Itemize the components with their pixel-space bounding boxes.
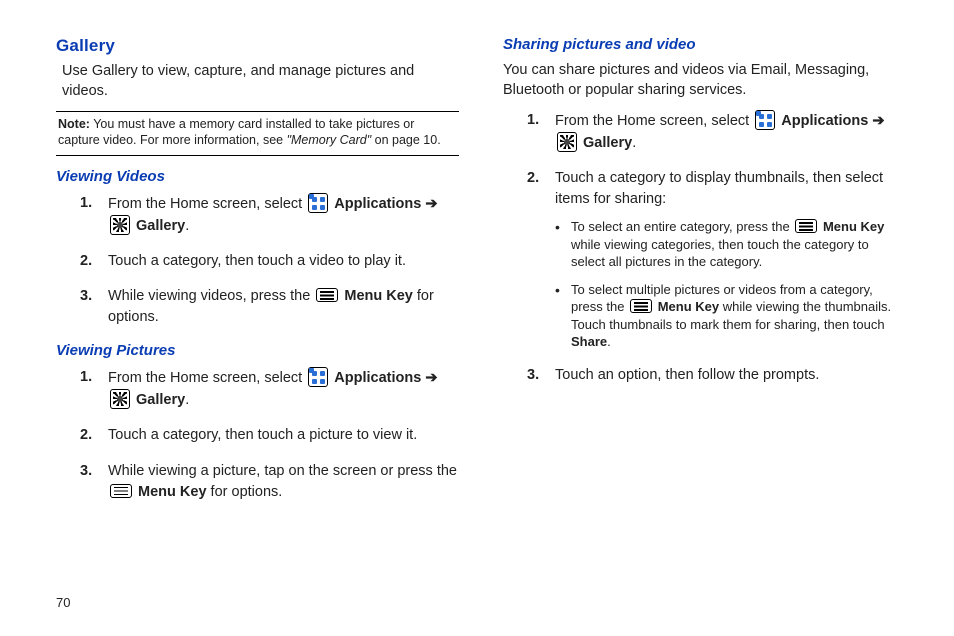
step-number: 3.	[80, 461, 92, 482]
pictures-steps: 1. From the Home screen, select Applicat…	[80, 367, 459, 502]
step-number: 1.	[80, 367, 92, 388]
gallery-icon	[110, 389, 130, 409]
step-number: 3.	[527, 365, 539, 386]
gallery-icon	[557, 132, 577, 152]
bullet-item: To select an entire category, press the …	[555, 218, 906, 271]
gallery-icon	[110, 215, 130, 235]
step-end: for options.	[207, 484, 283, 500]
right-column: Sharing pictures and video You can share…	[503, 36, 906, 517]
step-text: While viewing videos, press the	[108, 288, 314, 304]
step-item: 2. Touch a category, then touch a video …	[80, 251, 459, 272]
step-text: Touch a category to display thumbnails, …	[555, 170, 883, 207]
step-text: From the Home screen, select	[108, 370, 306, 386]
bullet-end: while viewing categories, then touch the…	[571, 237, 869, 270]
gallery-label: Gallery	[136, 392, 185, 408]
sharing-steps: 1. From the Home screen, select Applicat…	[527, 110, 906, 386]
applications-icon	[308, 367, 328, 387]
heading-viewing-videos: Viewing Videos	[56, 168, 459, 185]
step-item: 1. From the Home screen, select Applicat…	[527, 110, 906, 154]
step-item: 2. Touch a category, then touch a pictur…	[80, 425, 459, 446]
step-text: Touch a category, then touch a picture t…	[108, 427, 417, 443]
applications-icon	[308, 193, 328, 213]
step-item: 1. From the Home screen, select Applicat…	[80, 193, 459, 237]
step-end: .	[185, 392, 189, 408]
menu-key-label: Menu Key	[344, 288, 413, 304]
manual-page: Gallery Use Gallery to view, capture, an…	[0, 0, 954, 537]
arrow-icon: ➔	[872, 113, 884, 129]
note-quoted: "Memory Card"	[287, 133, 372, 147]
gallery-intro: Use Gallery to view, capture, and manage…	[62, 62, 459, 101]
page-number: 70	[56, 595, 70, 610]
step-number: 1.	[80, 193, 92, 214]
step-text: Touch an option, then follow the prompts…	[555, 367, 819, 383]
menu-key-label: Menu Key	[138, 484, 207, 500]
step-number: 3.	[80, 286, 92, 307]
step-item: 3. Touch an option, then follow the prom…	[527, 365, 906, 386]
step-text: From the Home screen, select	[108, 196, 306, 212]
step-text: While viewing a picture, tap on the scre…	[108, 463, 457, 479]
menu-key-label: Menu Key	[658, 299, 719, 314]
note-body-2: on page 10.	[371, 133, 441, 147]
gallery-label: Gallery	[136, 218, 185, 234]
share-label: Share	[571, 334, 607, 349]
note-label: Note:	[58, 117, 90, 131]
videos-steps: 1. From the Home screen, select Applicat…	[80, 193, 459, 328]
sharing-intro: You can share pictures and videos via Em…	[503, 61, 906, 100]
heading-sharing: Sharing pictures and video	[503, 36, 906, 53]
menu-key-icon	[630, 299, 652, 313]
step-item: 1. From the Home screen, select Applicat…	[80, 367, 459, 411]
bullet-text: To select an entire category, press the	[571, 219, 793, 234]
menu-key-icon	[110, 484, 132, 498]
step-number: 1.	[527, 110, 539, 131]
gallery-label: Gallery	[583, 135, 632, 151]
step-item: 3. While viewing videos, press the Menu …	[80, 286, 459, 328]
step-end: .	[632, 135, 636, 151]
step-text: Touch a category, then touch a video to …	[108, 253, 406, 269]
step-number: 2.	[80, 251, 92, 272]
step-item: 3. While viewing a picture, tap on the s…	[80, 461, 459, 503]
step-number: 2.	[527, 168, 539, 189]
step-end: .	[185, 218, 189, 234]
step-number: 2.	[80, 425, 92, 446]
left-column: Gallery Use Gallery to view, capture, an…	[56, 36, 459, 517]
menu-key-icon	[316, 288, 338, 302]
arrow-icon: ➔	[425, 196, 437, 212]
step-item: 2. Touch a category to display thumbnail…	[527, 168, 906, 351]
heading-gallery: Gallery	[56, 36, 459, 56]
step-text: From the Home screen, select	[555, 113, 753, 129]
menu-key-label: Menu Key	[823, 219, 884, 234]
sharing-bullets: To select an entire category, press the …	[555, 218, 906, 351]
heading-viewing-pictures: Viewing Pictures	[56, 342, 459, 359]
bullet-end: .	[607, 334, 611, 349]
applications-icon	[755, 110, 775, 130]
note-box: Note: You must have a memory card instal…	[56, 111, 459, 156]
menu-key-icon	[795, 219, 817, 233]
bullet-item: To select multiple pictures or videos fr…	[555, 281, 906, 351]
applications-label: Applications	[334, 370, 425, 386]
applications-label: Applications	[781, 113, 872, 129]
applications-label: Applications	[334, 196, 425, 212]
arrow-icon: ➔	[425, 370, 437, 386]
